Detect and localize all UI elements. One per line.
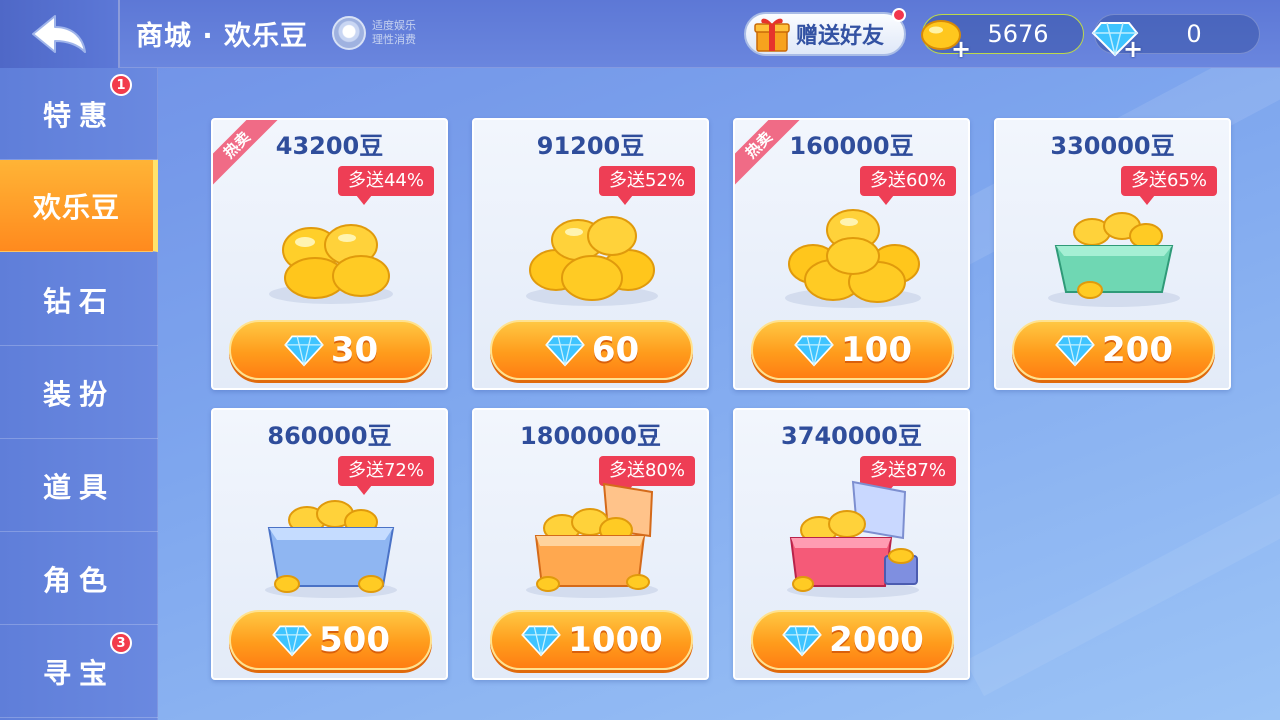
buy-button[interactable]: 100: [751, 320, 954, 380]
diamond-icon: [1055, 335, 1095, 367]
product-amount: 43200豆: [275, 132, 384, 160]
diamond-icon: [794, 335, 834, 367]
age-notice-line2: 理性消费: [372, 33, 416, 46]
product-amount: 860000豆: [267, 422, 392, 450]
sidebar-item-label: 钻石: [42, 284, 115, 318]
price-value: 1000: [568, 620, 663, 660]
product-card[interactable]: 1800000豆 多送80% 1000: [472, 408, 709, 680]
price-value: 60: [591, 330, 640, 370]
sidebar-item-beans[interactable]: 欢乐豆: [0, 160, 158, 252]
buy-button[interactable]: 1000: [490, 610, 693, 670]
orange-chest-beans-icon: [526, 482, 658, 598]
buy-button[interactable]: 60: [490, 320, 693, 380]
age-notice-line1: 适度娱乐: [372, 19, 416, 32]
diamond-icon: [521, 625, 561, 657]
buy-button[interactable]: 200: [1012, 320, 1215, 380]
product-card[interactable]: 860000豆 多送72% 500: [211, 408, 448, 680]
notification-badge: 1: [110, 74, 132, 96]
diamond-icon: [545, 335, 585, 367]
product-card[interactable]: 3740000豆 多送87% 2000: [733, 408, 970, 680]
beans-pile-icon: [526, 216, 658, 306]
sidebar-item-special-offer[interactable]: 特惠 1: [0, 68, 158, 160]
beans-pile-icon: [785, 209, 921, 308]
sidebar-item-outfits[interactable]: 装扮: [0, 347, 158, 439]
gift-notification-dot: [892, 8, 906, 22]
product-card[interactable]: 热卖 160000豆 多送60% 100: [733, 118, 970, 390]
beans-amount: 5676: [987, 20, 1049, 48]
product-amount: 1800000豆: [520, 422, 661, 450]
buy-button[interactable]: 30: [229, 320, 432, 380]
product-amount: 160000豆: [789, 132, 914, 160]
price-value: 2000: [829, 620, 924, 660]
back-button[interactable]: [0, 0, 120, 68]
top-bar: 商城 · 欢乐豆 适度娱乐 理性消费 赠送好友 + 5676 + 0: [0, 0, 1280, 68]
price-value: 30: [330, 330, 379, 370]
age-appropriate-badge: 适度娱乐 理性消费: [332, 12, 442, 54]
sidebar-item-label: 装扮: [42, 377, 115, 411]
product-card[interactable]: 热卖 43200豆 多送44% 30: [211, 118, 448, 390]
buy-button[interactable]: 500: [229, 610, 432, 670]
price-value: 500: [319, 620, 390, 660]
gift-friend-button[interactable]: 赠送好友: [744, 8, 906, 56]
age-emblem-icon: [332, 16, 366, 50]
gift-box-icon: [754, 18, 790, 52]
diamond-icon: [272, 625, 312, 657]
category-sidebar: 特惠 1 欢乐豆 钻石 装扮 道具 角色 寻宝 3: [0, 68, 158, 720]
red-chest-beans-icon: [787, 480, 919, 598]
buy-button[interactable]: 2000: [751, 610, 954, 670]
notification-badge: 3: [110, 632, 132, 654]
product-amount: 3740000豆: [781, 422, 922, 450]
sidebar-item-label: 特惠: [42, 98, 115, 132]
sidebar-item-label: 道具: [42, 470, 115, 504]
product-card[interactable]: 91200豆 多送52% 60: [472, 118, 709, 390]
diamond-icon: [782, 625, 822, 657]
price-value: 200: [1102, 330, 1173, 370]
green-box-beans-icon: [1048, 212, 1180, 307]
sidebar-item-diamonds[interactable]: 钻石: [0, 254, 158, 346]
product-amount: 91200豆: [536, 132, 645, 160]
product-card[interactable]: 330000豆 多送65% 200: [994, 118, 1231, 390]
diamond-icon: [284, 335, 324, 367]
sidebar-item-label: 欢乐豆: [32, 190, 120, 224]
sidebar-item-characters[interactable]: 角色: [0, 533, 158, 625]
sidebar-item-label: 寻宝: [42, 656, 115, 690]
sidebar-item-label: 角色: [42, 563, 115, 597]
beans-balance[interactable]: + 5676: [921, 14, 1084, 61]
gift-friend-label: 赠送好友: [796, 24, 885, 49]
back-arrow-icon: [32, 15, 86, 53]
page-title: 商城 · 欢乐豆: [136, 21, 309, 52]
diamond-balance[interactable]: + 0: [1091, 14, 1260, 61]
sidebar-item-treasure[interactable]: 寻宝 3: [0, 626, 158, 718]
diamond-amount: 0: [1186, 20, 1202, 48]
blue-box-beans-icon: [265, 500, 397, 598]
sidebar-item-items[interactable]: 道具: [0, 440, 158, 532]
beans-pile-icon: [269, 224, 393, 304]
price-value: 100: [841, 330, 912, 370]
product-amount: 330000豆: [1050, 132, 1175, 160]
